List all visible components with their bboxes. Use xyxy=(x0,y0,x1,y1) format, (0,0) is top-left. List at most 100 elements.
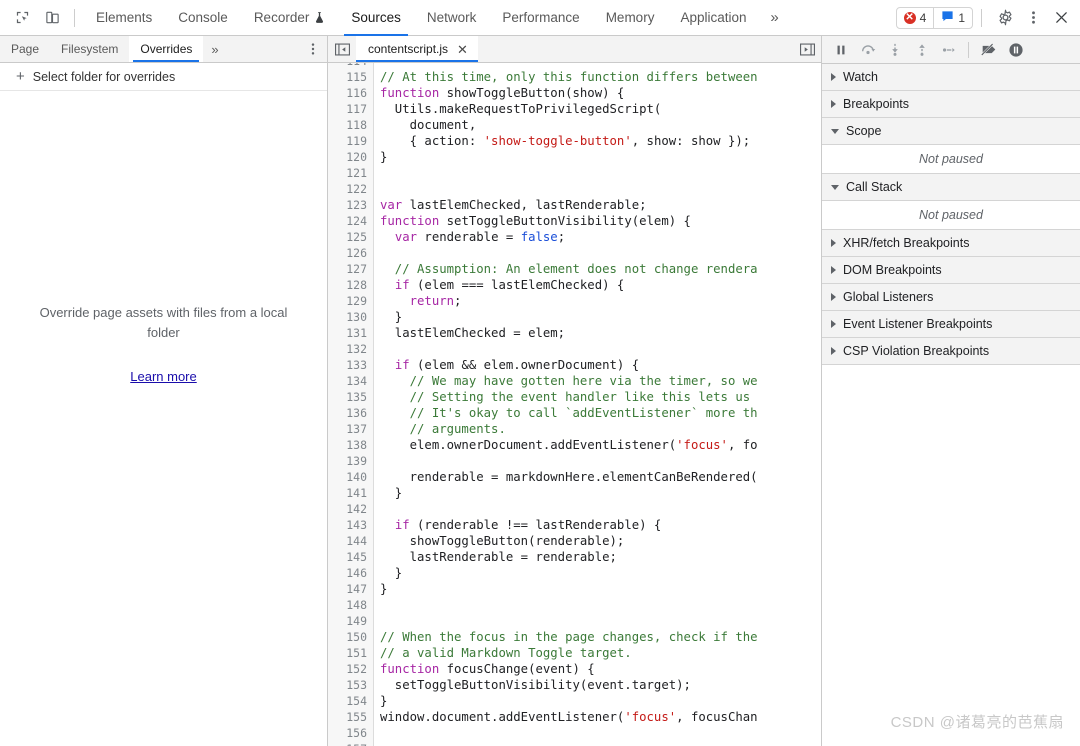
tab-recorder[interactable]: Recorder xyxy=(241,0,339,36)
line-number[interactable]: 135 xyxy=(328,389,373,405)
code-line[interactable]: function setToggleButtonVisibility(elem)… xyxy=(380,213,821,229)
line-number[interactable]: 134 xyxy=(328,373,373,389)
error-count-badge[interactable]: ✕ 4 xyxy=(897,8,934,28)
code-line[interactable]: // It's okay to call `addEventListener` … xyxy=(380,405,821,421)
editor-tab-contentscript[interactable]: contentscript.js ✕ xyxy=(356,36,478,62)
close-icon[interactable]: ✕ xyxy=(457,43,468,56)
code-line[interactable] xyxy=(380,341,821,357)
code-viewport[interactable]: 1141151161171181191201211221231241251261… xyxy=(328,63,821,746)
code-line[interactable]: if (elem && elem.ownerDocument) { xyxy=(380,357,821,373)
tab-network[interactable]: Network xyxy=(414,0,490,36)
line-number[interactable]: 132 xyxy=(328,341,373,357)
debugger-section-csp-violation-breakpoints[interactable]: CSP Violation Breakpoints xyxy=(822,338,1080,365)
navigator-tab-page[interactable]: Page xyxy=(0,36,50,62)
code-line[interactable] xyxy=(380,597,821,613)
line-number[interactable]: 144 xyxy=(328,533,373,549)
panel-collapse-left-icon[interactable] xyxy=(328,36,356,62)
code-line[interactable] xyxy=(380,501,821,517)
line-number[interactable]: 115 xyxy=(328,69,373,85)
code-line[interactable]: // We may have gotten here via the timer… xyxy=(380,373,821,389)
code-line[interactable]: // When the focus in the page changes, c… xyxy=(380,629,821,645)
code-content[interactable]: // At this time, only this function diff… xyxy=(374,63,821,746)
line-number[interactable]: 143 xyxy=(328,517,373,533)
navigator-tab-overrides[interactable]: Overrides xyxy=(129,36,204,62)
code-line[interactable] xyxy=(380,181,821,197)
code-line[interactable]: if (renderable !== lastRenderable) { xyxy=(380,517,821,533)
code-line[interactable]: function showToggleButton(show) { xyxy=(380,85,821,101)
tab-console[interactable]: Console xyxy=(165,0,241,36)
line-number[interactable]: 126 xyxy=(328,245,373,261)
line-number[interactable]: 122 xyxy=(328,181,373,197)
code-line[interactable]: } xyxy=(380,309,821,325)
line-number[interactable]: 150 xyxy=(328,629,373,645)
code-line[interactable]: // a valid Markdown Toggle target. xyxy=(380,645,821,661)
code-line[interactable]: } xyxy=(380,693,821,709)
more-panels-button[interactable]: » xyxy=(760,0,790,36)
close-icon[interactable] xyxy=(1048,5,1074,31)
code-line[interactable]: lastElemChecked = elem; xyxy=(380,325,821,341)
line-number[interactable]: 136 xyxy=(328,405,373,421)
line-number[interactable]: 155 xyxy=(328,709,373,725)
line-number[interactable]: 124 xyxy=(328,213,373,229)
line-number[interactable]: 151 xyxy=(328,645,373,661)
code-line[interactable]: showToggleButton(renderable); xyxy=(380,533,821,549)
code-line[interactable] xyxy=(380,245,821,261)
code-line[interactable]: elem.ownerDocument.addEventListener('foc… xyxy=(380,437,821,453)
device-toolbar-icon[interactable] xyxy=(38,5,66,31)
line-number[interactable]: 117 xyxy=(328,101,373,117)
line-number[interactable]: 120 xyxy=(328,149,373,165)
code-line[interactable]: setToggleButtonVisibility(event.target); xyxy=(380,677,821,693)
line-number[interactable]: 146 xyxy=(328,565,373,581)
code-line[interactable] xyxy=(380,725,821,741)
step-into-icon[interactable] xyxy=(882,38,907,62)
code-line[interactable]: if (elem === lastElemChecked) { xyxy=(380,277,821,293)
code-line[interactable]: } xyxy=(380,485,821,501)
line-number[interactable]: 149 xyxy=(328,613,373,629)
line-number[interactable]: 145 xyxy=(328,549,373,565)
tab-sources[interactable]: Sources xyxy=(338,0,414,36)
line-number[interactable]: 118 xyxy=(328,117,373,133)
code-line[interactable]: } xyxy=(380,581,821,597)
line-number[interactable]: 137 xyxy=(328,421,373,437)
line-number[interactable]: 131 xyxy=(328,325,373,341)
code-line[interactable]: // At this time, only this function diff… xyxy=(380,69,821,85)
resume-pause-icon[interactable] xyxy=(828,38,853,62)
line-number[interactable]: 130 xyxy=(328,309,373,325)
line-number[interactable]: 129 xyxy=(328,293,373,309)
step-icon[interactable] xyxy=(936,38,961,62)
line-number[interactable]: 148 xyxy=(328,597,373,613)
code-line[interactable]: renderable = markdownHere.elementCanBeRe… xyxy=(380,469,821,485)
line-number[interactable]: 147 xyxy=(328,581,373,597)
gear-icon[interactable] xyxy=(992,5,1018,31)
line-number[interactable]: 133 xyxy=(328,357,373,373)
line-number[interactable]: 139 xyxy=(328,453,373,469)
code-line[interactable]: } xyxy=(380,565,821,581)
line-number[interactable]: 153 xyxy=(328,677,373,693)
inspect-element-icon[interactable] xyxy=(8,5,36,31)
line-number[interactable]: 121 xyxy=(328,165,373,181)
code-line[interactable]: function focusChange(event) { xyxy=(380,661,821,677)
code-line[interactable]: window.document.addEventListener('focus'… xyxy=(380,709,821,725)
tab-elements[interactable]: Elements xyxy=(83,0,165,36)
line-number[interactable]: 119 xyxy=(328,133,373,149)
debugger-section-breakpoints[interactable]: Breakpoints xyxy=(822,91,1080,118)
debugger-section-dom-breakpoints[interactable]: DOM Breakpoints xyxy=(822,257,1080,284)
code-line[interactable]: document, xyxy=(380,117,821,133)
code-line[interactable]: var renderable = false; xyxy=(380,229,821,245)
line-number[interactable]: 142 xyxy=(328,501,373,517)
navigator-tab-filesystem[interactable]: Filesystem xyxy=(50,36,129,62)
code-line[interactable]: lastRenderable = renderable; xyxy=(380,549,821,565)
line-number[interactable]: 127 xyxy=(328,261,373,277)
code-line[interactable]: Utils.makeRequestToPrivilegedScript( xyxy=(380,101,821,117)
line-number[interactable]: 157 xyxy=(328,741,373,746)
code-line[interactable]: var lastElemChecked, lastRenderable; xyxy=(380,197,821,213)
navigator-more-options-icon[interactable] xyxy=(299,36,327,62)
code-line[interactable]: { action: 'show-toggle-button', show: sh… xyxy=(380,133,821,149)
code-line[interactable]: // Setting the event handler like this l… xyxy=(380,389,821,405)
line-number[interactable]: 128 xyxy=(328,277,373,293)
message-count-badge[interactable]: 1 xyxy=(933,7,972,28)
tab-memory[interactable]: Memory xyxy=(593,0,668,36)
line-number[interactable]: 154 xyxy=(328,693,373,709)
deactivate-breakpoints-icon[interactable] xyxy=(976,38,1001,62)
code-line[interactable] xyxy=(380,613,821,629)
